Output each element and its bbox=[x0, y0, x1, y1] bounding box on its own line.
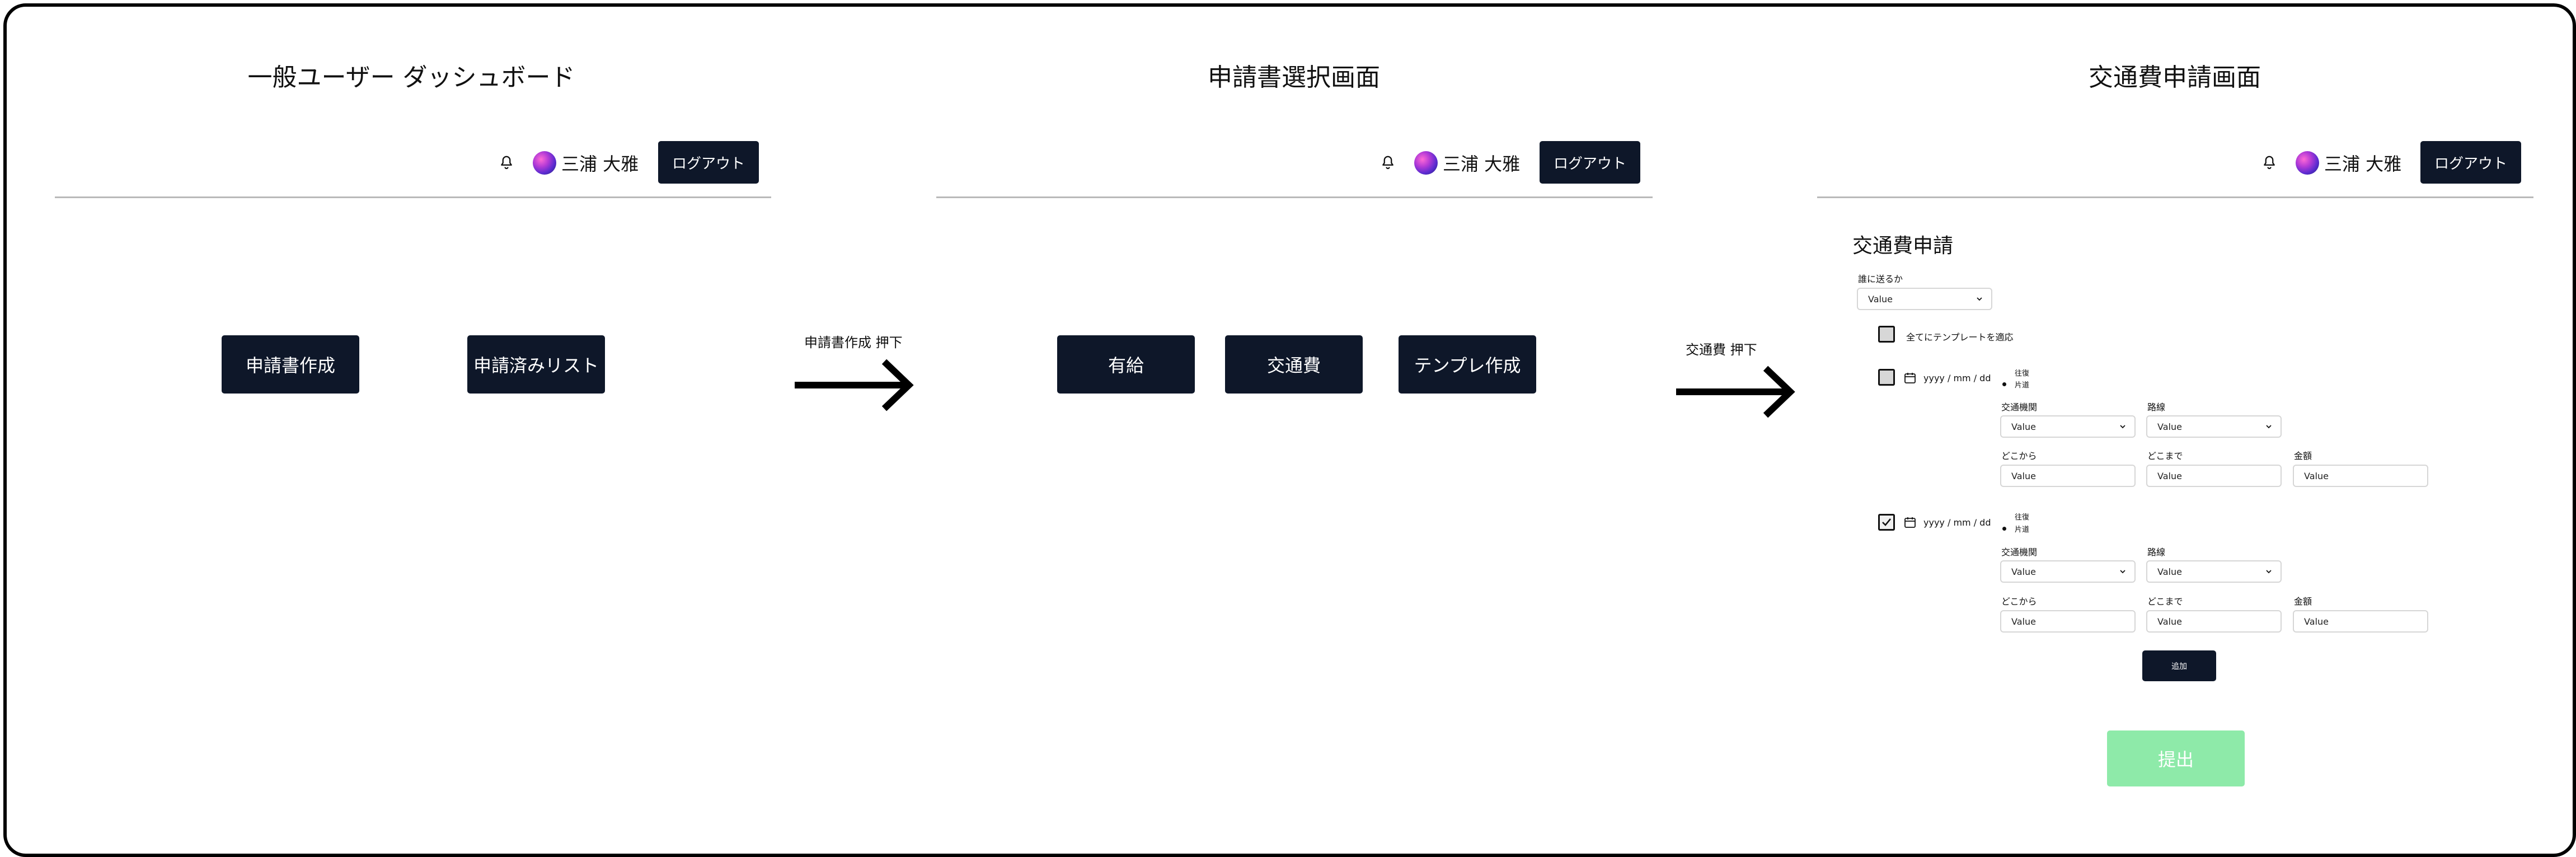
apply-all-checkbox[interactable] bbox=[1878, 326, 1895, 343]
trip-option-round[interactable]: 往復 bbox=[2015, 367, 2029, 378]
chevron-down-icon bbox=[2120, 425, 2125, 429]
user-name: 三浦 大雅 bbox=[1443, 153, 1521, 175]
bell-icon[interactable] bbox=[498, 154, 515, 171]
date-input[interactable]: yyyy / mm / dd bbox=[1923, 373, 1991, 383]
from-label: どこから bbox=[2001, 451, 2037, 461]
logout-button[interactable]: ログアウト bbox=[1540, 141, 1640, 184]
amount-label: 金額 bbox=[2294, 451, 2312, 461]
transition-label-2: 交通費 押下 bbox=[1686, 342, 1757, 358]
transition-label-1: 申請書作成 押下 bbox=[804, 335, 903, 350]
entry-checkbox[interactable] bbox=[1878, 369, 1895, 386]
create-application-button[interactable]: 申請書作成 bbox=[222, 335, 359, 394]
route-select-value: Value bbox=[2157, 421, 2182, 432]
form-title: 交通費申請 bbox=[1852, 235, 1954, 257]
to-label: どこまで bbox=[2147, 596, 2183, 607]
arrow-right-icon bbox=[1676, 366, 1795, 418]
to-input[interactable]: Value bbox=[2146, 465, 2282, 487]
user-name: 三浦 大雅 bbox=[561, 153, 639, 175]
avatar[interactable] bbox=[2296, 151, 2319, 175]
amount-input[interactable]: Value bbox=[2293, 610, 2428, 633]
submitted-list-button[interactable]: 申請済みリスト bbox=[467, 335, 605, 394]
calendar-icon[interactable] bbox=[1904, 372, 1916, 384]
transport-select[interactable]: Value bbox=[2000, 560, 2136, 583]
arrow-right-icon bbox=[795, 359, 914, 411]
trip-radio-selected bbox=[2002, 527, 2006, 531]
from-label: どこから bbox=[2001, 596, 2037, 607]
add-entry-button[interactable]: 追加 bbox=[2142, 650, 2216, 681]
trip-option-round[interactable]: 往復 bbox=[2015, 511, 2029, 522]
transport-select-value: Value bbox=[2011, 421, 2036, 432]
route-select[interactable]: Value bbox=[2146, 560, 2282, 583]
transport-select[interactable]: Value bbox=[2000, 415, 2136, 438]
chevron-down-icon bbox=[1977, 297, 1982, 301]
chevron-down-icon bbox=[2120, 570, 2125, 574]
paid-leave-button[interactable]: 有給 bbox=[1057, 335, 1195, 394]
entry-checkbox-checked[interactable] bbox=[1878, 514, 1895, 531]
apply-all-label: 全てにテンプレートを適応 bbox=[1906, 332, 2014, 343]
bell-icon[interactable] bbox=[1380, 154, 1396, 171]
transport-label: 交通機関 bbox=[2001, 547, 2038, 558]
logout-button[interactable]: ログアウト bbox=[658, 141, 759, 184]
header-divider bbox=[55, 196, 771, 198]
bell-icon[interactable] bbox=[2261, 154, 2278, 171]
avatar[interactable] bbox=[1414, 151, 1438, 175]
amount-input[interactable]: Value bbox=[2293, 465, 2428, 487]
screen-title-dashboard: 一般ユーザー ダッシュボード bbox=[247, 63, 575, 92]
transport-expense-button[interactable]: 交通費 bbox=[1225, 335, 1363, 394]
avatar[interactable] bbox=[533, 151, 556, 175]
chevron-down-icon bbox=[2266, 425, 2272, 429]
to-label: どこまで bbox=[2147, 451, 2183, 461]
screen-title-transport: 交通費申請画面 bbox=[2089, 63, 2261, 92]
create-template-button[interactable]: テンプレ作成 bbox=[1399, 335, 1536, 394]
to-input[interactable]: Value bbox=[2146, 610, 2282, 633]
route-select-value: Value bbox=[2157, 566, 2182, 577]
amount-label: 金額 bbox=[2294, 596, 2312, 607]
trip-radio-selected bbox=[2002, 382, 2006, 386]
user-name: 三浦 大雅 bbox=[2324, 153, 2402, 175]
header-divider bbox=[936, 196, 1653, 198]
logout-button[interactable]: ログアウト bbox=[2420, 141, 2521, 184]
recipient-label: 誰に送るか bbox=[1858, 274, 1903, 284]
trip-option-oneway[interactable]: 片道 bbox=[2015, 523, 2029, 534]
route-select[interactable]: Value bbox=[2146, 415, 2282, 438]
trip-option-oneway[interactable]: 片道 bbox=[2015, 379, 2029, 390]
transport-label: 交通機関 bbox=[2001, 402, 2038, 413]
header-divider bbox=[1817, 196, 2533, 198]
recipient-select[interactable]: Value bbox=[1857, 288, 1992, 310]
route-label: 路線 bbox=[2147, 402, 2166, 413]
calendar-icon[interactable] bbox=[1904, 516, 1916, 528]
route-label: 路線 bbox=[2147, 547, 2166, 558]
from-input[interactable]: Value bbox=[2000, 610, 2136, 633]
check-icon bbox=[1882, 518, 1892, 526]
submit-button[interactable]: 提出 bbox=[2107, 730, 2245, 786]
screen-title-select: 申請書選択画面 bbox=[1208, 63, 1380, 92]
recipient-select-value: Value bbox=[1868, 293, 1893, 305]
chevron-down-icon bbox=[2266, 570, 2272, 574]
transport-select-value: Value bbox=[2011, 566, 2036, 577]
from-input[interactable]: Value bbox=[2000, 465, 2136, 487]
date-input[interactable]: yyyy / mm / dd bbox=[1923, 517, 1991, 528]
